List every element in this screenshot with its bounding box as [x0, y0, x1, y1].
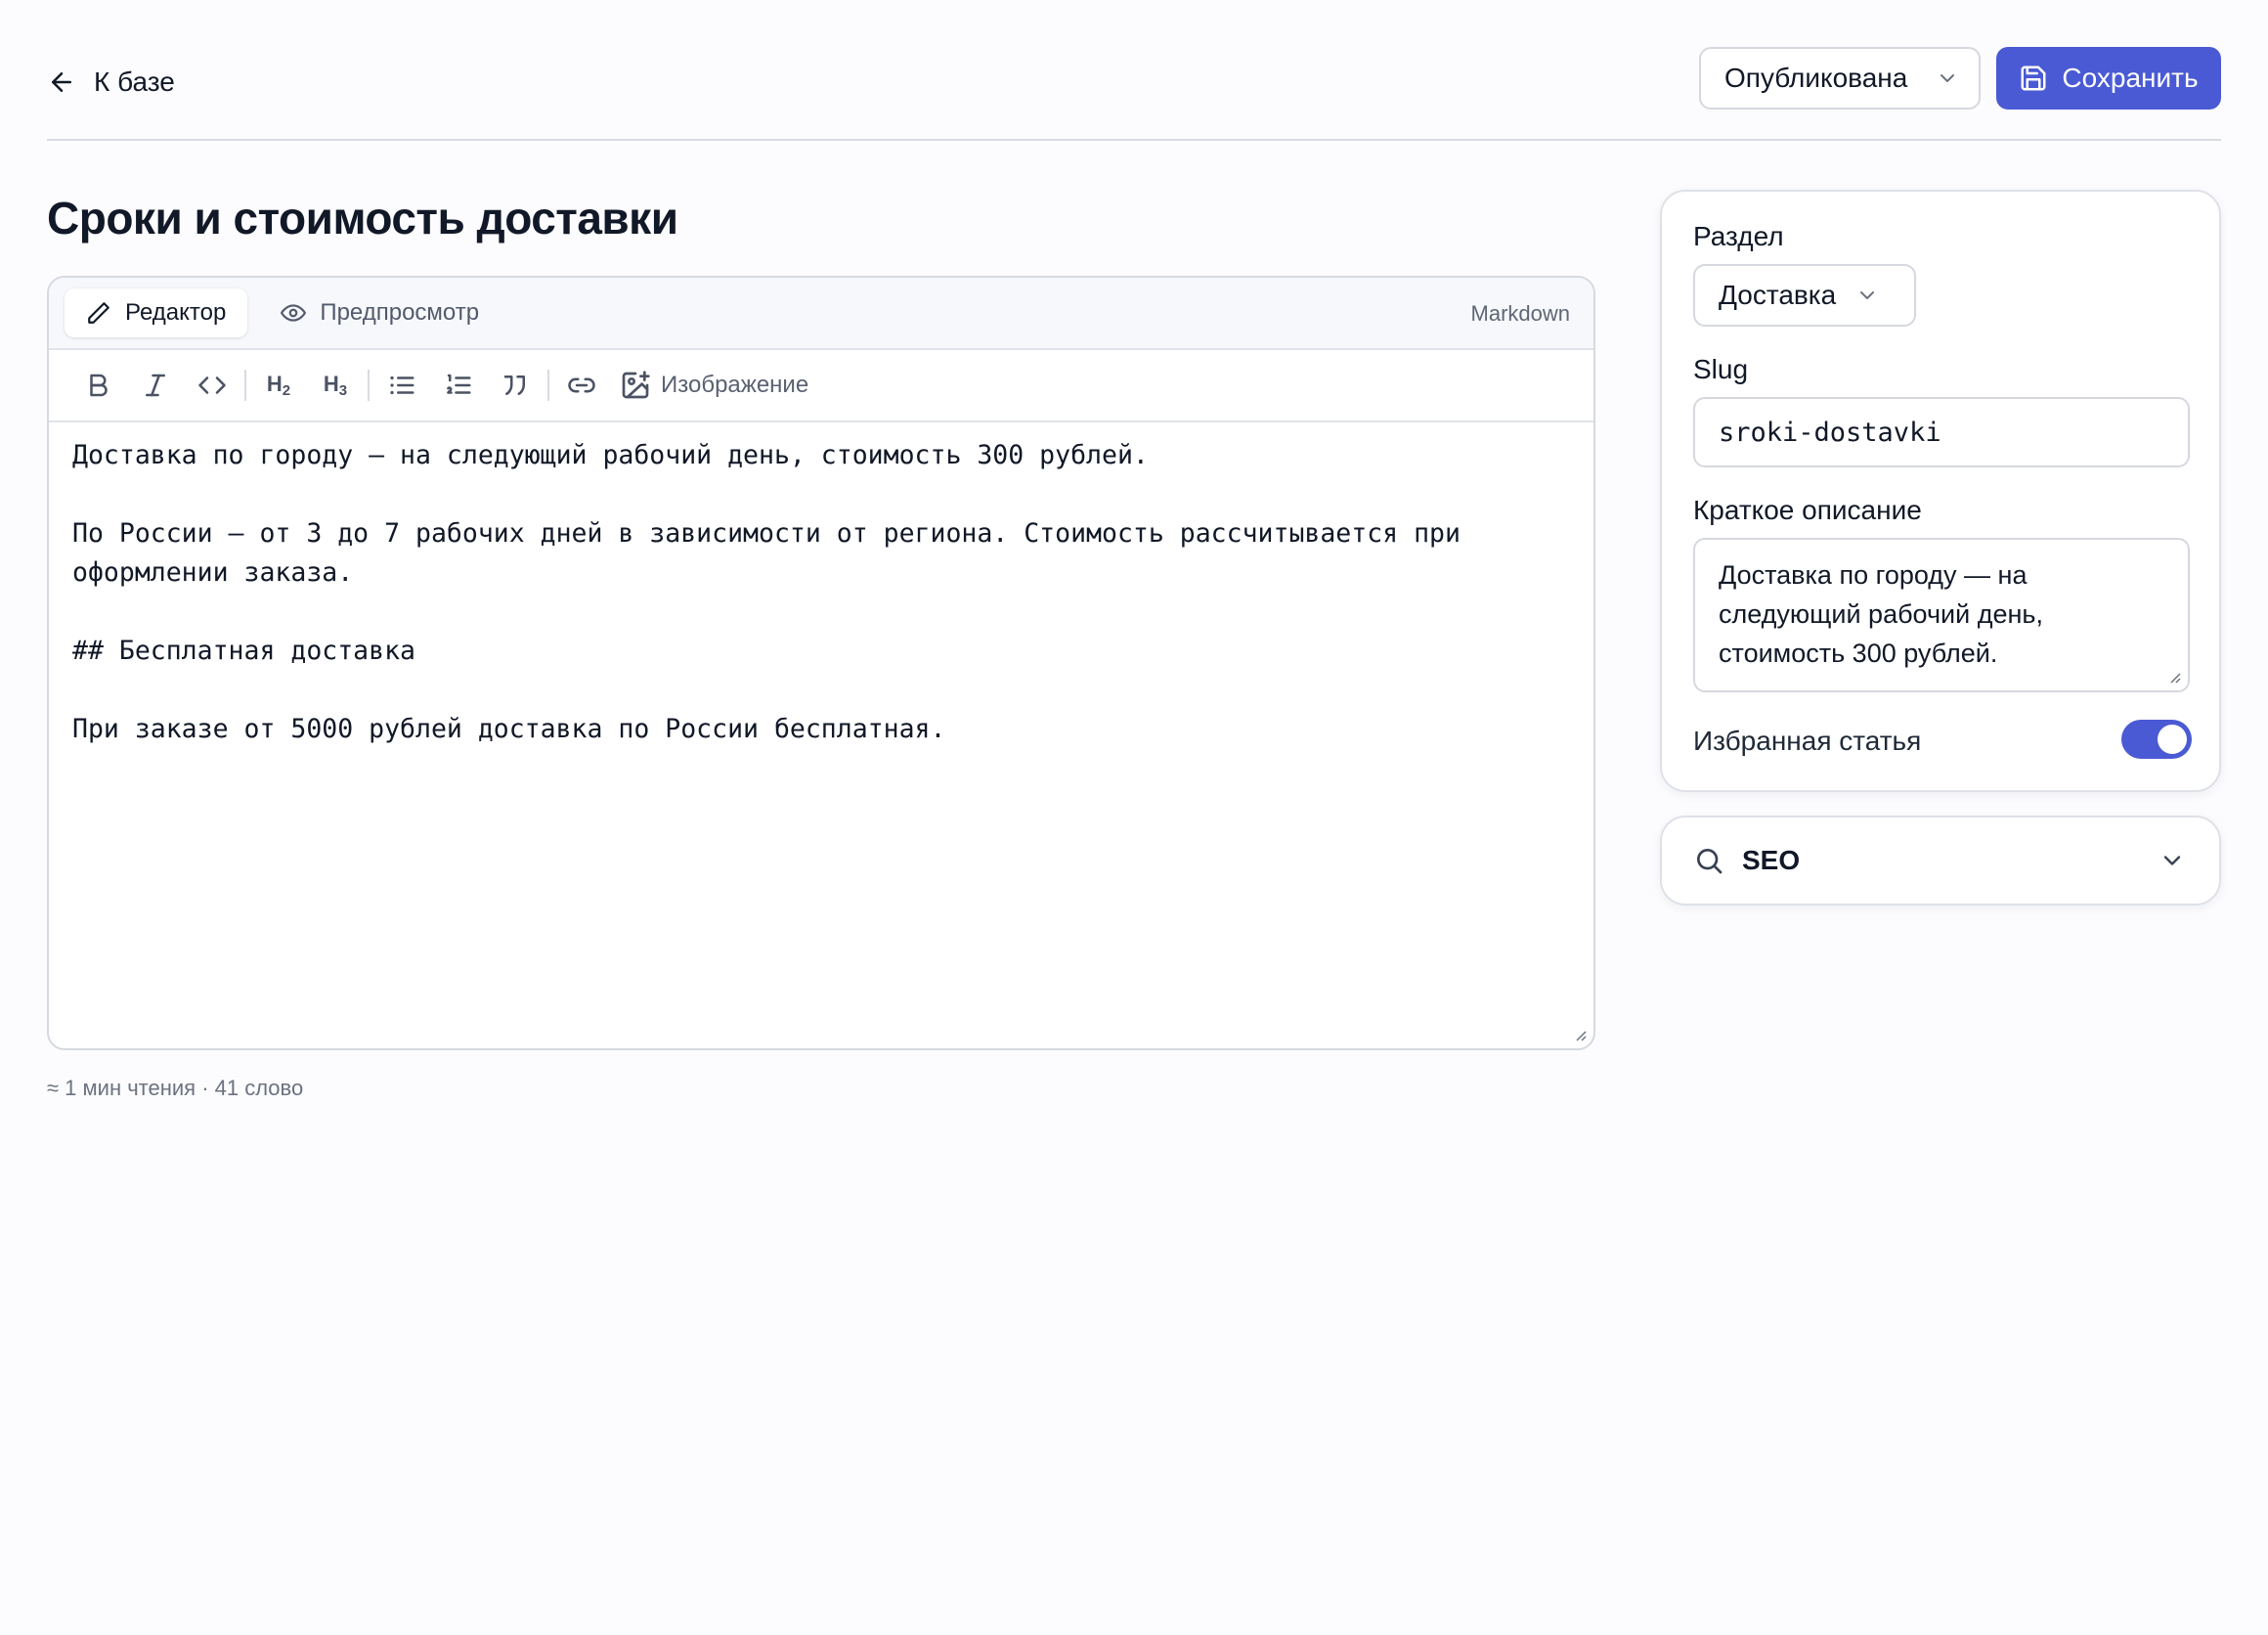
markdown-editor: Редактор Предпросмотр Markdown H2 H3 Изо… [47, 276, 1595, 1050]
section-value: Доставка [1719, 280, 1837, 310]
back-label: К базе [94, 66, 175, 97]
heading-3-button[interactable]: H3 [307, 361, 364, 410]
code-icon [198, 376, 226, 394]
tab-editor[interactable]: Редактор [65, 288, 248, 337]
markdown-mode-label: Markdown [1470, 301, 1570, 326]
status-select[interactable]: Опубликована [1699, 47, 1981, 110]
tab-preview-label: Предпросмотр [320, 299, 480, 326]
resize-grip-icon[interactable] [1572, 1027, 1588, 1042]
save-label: Сохранить [2062, 63, 2199, 93]
slug-input[interactable]: sroki-dostavki [1693, 397, 2190, 467]
chevron-down-icon [1860, 291, 1875, 299]
arrow-left-icon [52, 72, 71, 92]
reading-stats: ≈ 1 мин чтения · 41 слово [47, 1076, 304, 1100]
section-select[interactable]: Доставка [1693, 264, 1916, 327]
save-icon [2021, 66, 2046, 91]
summary-label: Краткое описание [1693, 495, 1922, 525]
top-bar: К базе Опубликована Сохранить [47, 43, 2221, 141]
heading-2-button[interactable]: H2 [250, 361, 307, 410]
formatting-toolbar: H2 H3 Изображение [49, 350, 1593, 422]
italic-icon [146, 374, 165, 397]
eye-icon [281, 304, 307, 322]
heading-2-icon: H2 [266, 372, 291, 399]
numbered-list-button[interactable] [430, 361, 487, 410]
status-value: Опубликована [1724, 63, 1908, 93]
italic-button[interactable] [127, 361, 184, 410]
link-icon [568, 377, 595, 393]
insert-image-label: Изображение [661, 372, 809, 398]
seo-accordion[interactable]: SEO [1660, 816, 2221, 906]
tab-editor-label: Редактор [125, 299, 227, 326]
chevron-down-icon [2163, 856, 2181, 865]
section-label: Раздел [1693, 221, 1784, 251]
resize-grip-icon[interactable] [2166, 669, 2182, 685]
bold-button[interactable] [70, 361, 127, 410]
featured-label: Избранная статья [1693, 726, 1922, 756]
toolbar-divider [244, 370, 246, 401]
code-button[interactable] [184, 361, 240, 410]
summary-text: Доставка по городу — на следующий рабочи… [1719, 560, 2043, 668]
toolbar-divider [547, 370, 549, 401]
featured-toggle[interactable] [2121, 720, 2192, 759]
page-title: Сроки и стоимость доставки [47, 193, 678, 243]
article-edit-page: К базе Опубликована Сохранить Сроки и ст… [0, 0, 2268, 1635]
pencil-icon [88, 302, 109, 324]
save-button[interactable]: Сохранить [1996, 47, 2221, 110]
bullet-list-button[interactable] [373, 361, 430, 410]
back-to-base-link[interactable]: К базе [47, 59, 175, 106]
article-settings-card: Раздел Доставка Slug sroki-dostavki Крат… [1660, 190, 2221, 792]
link-button[interactable] [553, 361, 610, 410]
editor-tabs: Редактор Предпросмотр Markdown [49, 278, 1593, 350]
toolbar-divider [368, 370, 370, 401]
slug-label: Slug [1693, 354, 1749, 384]
bold-icon [90, 374, 108, 397]
chevron-down-icon [1941, 74, 1954, 82]
search-icon [1697, 849, 1723, 874]
markdown-textarea[interactable]: Доставка по городу — на следующий рабочи… [49, 422, 1593, 763]
toggle-knob [2158, 725, 2187, 754]
quote-button[interactable] [487, 361, 544, 410]
summary-textarea[interactable]: Доставка по городу — на следующий рабочи… [1693, 538, 2190, 692]
insert-image-button[interactable]: Изображение [610, 361, 818, 410]
image-plus-icon [622, 371, 650, 399]
heading-3-icon: H3 [323, 372, 348, 399]
seo-label: SEO [1742, 845, 1801, 875]
quote-icon [503, 376, 525, 395]
numbered-list-icon [447, 374, 471, 394]
tab-preview[interactable]: Предпросмотр [259, 288, 501, 337]
bullet-list-icon [390, 376, 414, 395]
